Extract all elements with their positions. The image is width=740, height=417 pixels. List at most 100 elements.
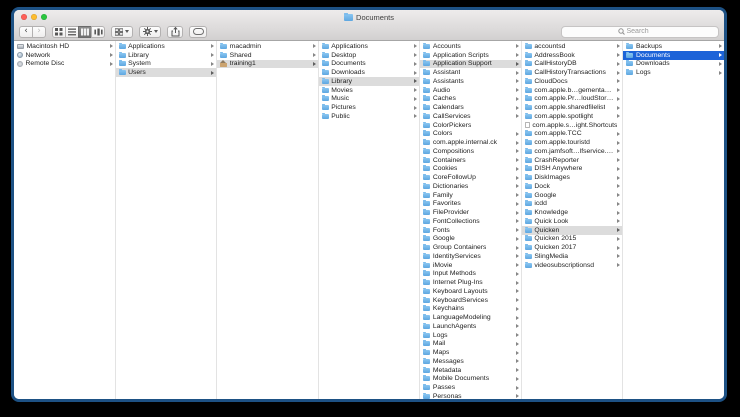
file-row[interactable]: Compositions bbox=[420, 147, 521, 156]
file-row[interactable]: com.apple.internal.ck bbox=[420, 138, 521, 147]
file-row[interactable]: Keyboard Layouts bbox=[420, 287, 521, 296]
file-row[interactable]: Dictionaries bbox=[420, 182, 521, 191]
file-row[interactable]: Keychains bbox=[420, 305, 521, 314]
file-row[interactable]: Pictures bbox=[319, 103, 420, 112]
file-row[interactable]: Maps bbox=[420, 348, 521, 357]
file-row[interactable]: Applications bbox=[319, 42, 420, 51]
file-row[interactable]: Group Containers bbox=[420, 243, 521, 252]
search-input[interactable] bbox=[627, 28, 663, 35]
list-view-button[interactable] bbox=[65, 26, 79, 38]
file-row[interactable]: IdentityServices bbox=[420, 252, 521, 261]
file-row[interactable]: Network bbox=[14, 51, 115, 60]
column-view-button[interactable] bbox=[78, 26, 92, 38]
file-row[interactable]: Downloads bbox=[319, 68, 420, 77]
file-row[interactable]: Containers bbox=[420, 156, 521, 165]
file-row[interactable]: Passes bbox=[420, 383, 521, 392]
file-row[interactable]: Calendars bbox=[420, 103, 521, 112]
file-row[interactable]: Audio bbox=[420, 86, 521, 95]
file-row[interactable]: videosubscriptionsd bbox=[522, 261, 623, 270]
file-row[interactable]: CallServices bbox=[420, 112, 521, 121]
file-row[interactable]: Personas bbox=[420, 392, 521, 399]
file-row[interactable]: Mobile Documents bbox=[420, 375, 521, 384]
file-row[interactable]: Favorites bbox=[420, 200, 521, 209]
file-row[interactable]: Quicken 2017 bbox=[522, 243, 623, 252]
share-button[interactable] bbox=[167, 26, 183, 38]
tag-button[interactable] bbox=[189, 26, 207, 38]
icon-view-button[interactable] bbox=[52, 26, 66, 38]
file-row[interactable]: Assistant bbox=[420, 68, 521, 77]
file-row[interactable]: CallHistoryDB bbox=[522, 60, 623, 69]
file-row[interactable]: Library bbox=[319, 77, 420, 86]
file-row[interactable]: Logs bbox=[420, 331, 521, 340]
file-row[interactable]: Desktop bbox=[319, 51, 420, 60]
file-row[interactable]: Input Methods bbox=[420, 270, 521, 279]
file-row[interactable]: Library bbox=[116, 51, 217, 60]
file-row[interactable]: com.apple.TCC bbox=[522, 130, 623, 139]
file-row[interactable]: com.apple.touristd bbox=[522, 138, 623, 147]
file-row[interactable]: Public bbox=[319, 112, 420, 121]
file-row[interactable]: Caches bbox=[420, 95, 521, 104]
file-row[interactable]: SlingMedia bbox=[522, 252, 623, 261]
file-row[interactable]: accountsd bbox=[522, 42, 623, 51]
file-row[interactable]: FileProvider bbox=[420, 208, 521, 217]
file-row[interactable]: com.apple.s…ight.Shortcuts bbox=[522, 121, 623, 130]
file-row[interactable]: Fonts bbox=[420, 226, 521, 235]
file-row[interactable]: com.apple.b…gementagent bbox=[522, 86, 623, 95]
file-row[interactable]: Logs bbox=[623, 68, 724, 77]
file-row[interactable]: Metadata bbox=[420, 366, 521, 375]
file-row[interactable]: Application Support bbox=[420, 60, 521, 69]
file-row[interactable]: FontCollections bbox=[420, 217, 521, 226]
file-row[interactable]: Colors bbox=[420, 130, 521, 139]
back-button[interactable]: ‹ bbox=[19, 26, 33, 38]
file-row[interactable]: Accounts bbox=[420, 42, 521, 51]
file-row[interactable]: macadmin bbox=[217, 42, 318, 51]
file-row[interactable]: Macintosh HD bbox=[14, 42, 115, 51]
file-row[interactable]: com.apple.spotlight bbox=[522, 112, 623, 121]
file-row[interactable]: CrashReporter bbox=[522, 156, 623, 165]
arrange-menu-button[interactable] bbox=[111, 26, 133, 38]
file-row[interactable]: Messages bbox=[420, 357, 521, 366]
file-row[interactable]: CallHistoryTransactions bbox=[522, 68, 623, 77]
file-row[interactable]: LanguageModeling bbox=[420, 313, 521, 322]
file-row[interactable]: Downloads bbox=[623, 60, 724, 69]
file-row[interactable]: Application Scripts bbox=[420, 51, 521, 60]
file-row[interactable]: Internet Plug-Ins bbox=[420, 278, 521, 287]
file-row[interactable]: com.apple.Pr…loudStorage bbox=[522, 95, 623, 104]
file-row[interactable]: Family bbox=[420, 191, 521, 200]
file-row[interactable]: Mail bbox=[420, 340, 521, 349]
search-field[interactable] bbox=[561, 26, 719, 38]
file-row[interactable]: Music bbox=[319, 95, 420, 104]
file-row[interactable]: training1 bbox=[217, 60, 318, 69]
file-row[interactable]: Movies bbox=[319, 86, 420, 95]
file-row[interactable]: Knowledge bbox=[522, 208, 623, 217]
file-row[interactable]: System bbox=[116, 60, 217, 69]
file-row[interactable]: Google bbox=[420, 235, 521, 244]
file-row[interactable]: DISH Anywhere bbox=[522, 165, 623, 174]
file-row[interactable]: Users bbox=[116, 68, 217, 77]
forward-button[interactable]: › bbox=[32, 26, 46, 38]
file-row[interactable]: CoreFollowUp bbox=[420, 173, 521, 182]
file-row[interactable]: Documents bbox=[623, 51, 724, 60]
file-row[interactable]: DiskImages bbox=[522, 173, 623, 182]
file-row[interactable]: Backups bbox=[623, 42, 724, 51]
file-row[interactable]: Shared bbox=[217, 51, 318, 60]
file-row[interactable]: Google bbox=[522, 191, 623, 200]
file-row[interactable]: Quicken bbox=[522, 226, 623, 235]
file-row[interactable]: Documents bbox=[319, 60, 420, 69]
file-row[interactable]: Cookies bbox=[420, 165, 521, 174]
file-row[interactable]: Applications bbox=[116, 42, 217, 51]
file-row[interactable]: LaunchAgents bbox=[420, 322, 521, 331]
file-row[interactable]: KeyboardServices bbox=[420, 296, 521, 305]
file-row[interactable]: Remote Disc bbox=[14, 60, 115, 69]
file-row[interactable]: Dock bbox=[522, 182, 623, 191]
action-menu-button[interactable] bbox=[139, 26, 161, 38]
file-row[interactable]: Assistants bbox=[420, 77, 521, 86]
file-row[interactable]: icdd bbox=[522, 200, 623, 209]
file-row[interactable]: AddressBook bbox=[522, 51, 623, 60]
file-row[interactable]: ColorPickers bbox=[420, 121, 521, 130]
file-row[interactable]: com.apple.sharedfilelist bbox=[522, 103, 623, 112]
file-row[interactable]: CloudDocs bbox=[522, 77, 623, 86]
coverflow-view-button[interactable] bbox=[91, 26, 105, 38]
file-row[interactable]: com.jamfsoft…lfservice.mac bbox=[522, 147, 623, 156]
file-row[interactable]: Quicken 2015 bbox=[522, 235, 623, 244]
